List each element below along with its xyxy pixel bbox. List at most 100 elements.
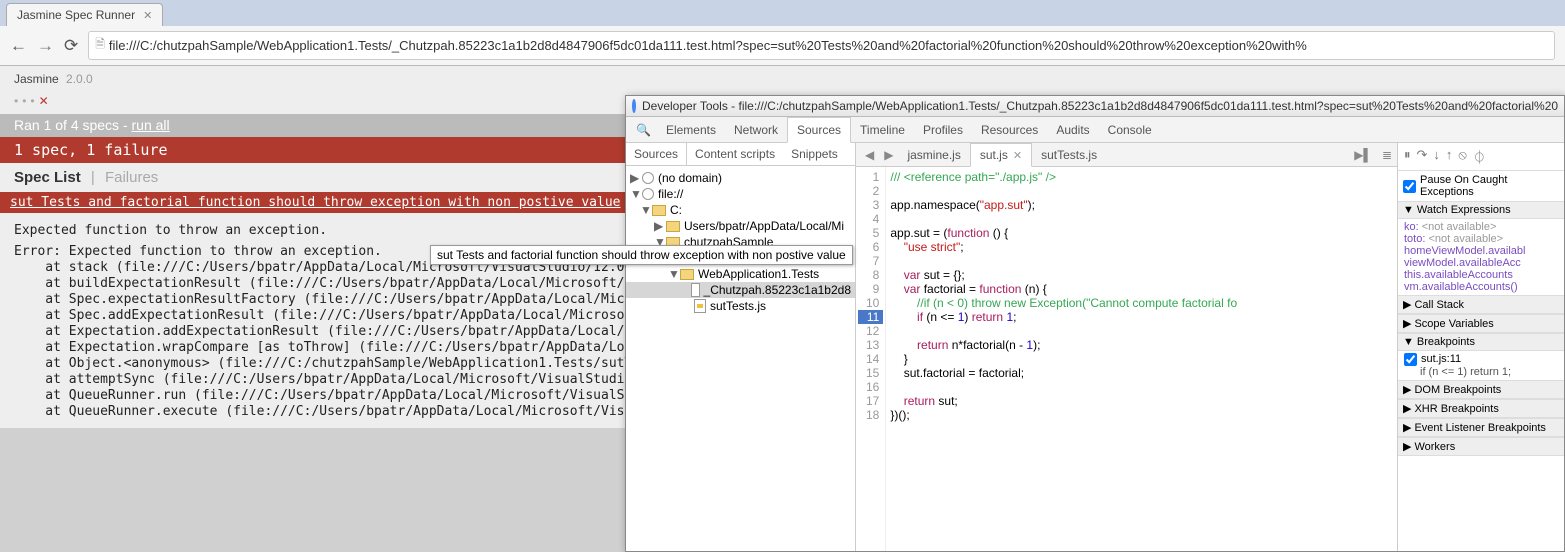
page-icon: 🗎 bbox=[95, 35, 105, 56]
panel-elements[interactable]: Elements bbox=[657, 118, 725, 142]
panel-network[interactable]: Network bbox=[725, 118, 787, 142]
file-tree: ▶(no domain) ▼file:// ▼C: ▶Users/bpatr/A… bbox=[626, 166, 855, 551]
tab-nav-left-icon[interactable]: ◀ bbox=[860, 146, 879, 164]
callstack-header[interactable]: ▶Call Stack bbox=[1398, 295, 1564, 314]
watch-body: ko: <not available> toto: <not available… bbox=[1398, 219, 1564, 295]
deactivate-bp-icon[interactable]: ⦸ bbox=[1458, 147, 1466, 166]
watch-item[interactable]: viewModel.availableAcc bbox=[1404, 257, 1558, 269]
tree-file-chutzpah[interactable]: _Chutzpah.85223c1a1b2d8 bbox=[626, 282, 855, 298]
chevron-right-icon: ▶ bbox=[1403, 383, 1411, 396]
step-over-icon[interactable]: ↷ bbox=[1417, 147, 1428, 166]
nav-bar: ← → ⟳ 🗎 file:///C:/chutzpahSample/WebApp… bbox=[0, 26, 1565, 66]
jasmine-banner: Jasmine 2.0.0 bbox=[0, 66, 1565, 92]
tab-title: Jasmine Spec Runner bbox=[17, 8, 135, 22]
panel-resources[interactable]: Resources bbox=[972, 118, 1047, 142]
file-tab-suttests[interactable]: sutTests.js bbox=[1032, 144, 1106, 166]
subtab-snippets[interactable]: Snippets bbox=[783, 143, 846, 165]
breakpoint-item[interactable]: sut.js:11 bbox=[1404, 353, 1558, 366]
folder-icon bbox=[680, 269, 694, 280]
tab-spec-list[interactable]: Spec List bbox=[14, 169, 81, 186]
step-out-icon[interactable]: ↑ bbox=[1446, 147, 1453, 166]
evt-bp-header[interactable]: ▶Event Listener Breakpoints bbox=[1398, 418, 1564, 437]
subtab-sources[interactable]: Sources bbox=[626, 143, 687, 165]
watch-header[interactable]: ▼Watch Expressions bbox=[1398, 201, 1564, 219]
watch-item[interactable]: homeViewModel.availabl bbox=[1404, 245, 1558, 257]
sources-sidebar: Sources Content scripts Snippets ▶(no do… bbox=[626, 143, 856, 551]
sources-subtabs: Sources Content scripts Snippets bbox=[626, 143, 855, 166]
tab-strip: Jasmine Spec Runner ✕ bbox=[0, 0, 1565, 26]
panel-timeline[interactable]: Timeline bbox=[851, 118, 914, 142]
jasmine-name: Jasmine bbox=[14, 72, 59, 86]
reload-icon[interactable]: ⟳ bbox=[64, 36, 78, 56]
browser-tab[interactable]: Jasmine Spec Runner ✕ bbox=[6, 3, 163, 26]
tree-tests[interactable]: ▼WebApplication1.Tests bbox=[626, 266, 855, 282]
chevron-right-icon: ▶ bbox=[1403, 298, 1411, 311]
watch-item[interactable]: toto: <not available> bbox=[1404, 233, 1558, 245]
chevron-right-icon: ▶ bbox=[1403, 402, 1411, 415]
line-gutter[interactable]: 123456789101112131415161718 bbox=[856, 167, 886, 551]
close-icon[interactable]: ✕ bbox=[143, 9, 152, 22]
step-into-icon[interactable]: ↓ bbox=[1433, 147, 1440, 166]
breakpoint-marker: 11 bbox=[858, 310, 883, 324]
file-icon bbox=[691, 283, 699, 297]
panel-audits[interactable]: Audits bbox=[1047, 118, 1098, 142]
js-file-icon bbox=[694, 299, 706, 313]
chevron-right-icon: ▶ bbox=[1403, 440, 1411, 453]
tree-file-suttests[interactable]: sutTests.js bbox=[626, 298, 855, 314]
chevron-right-icon: ▶ bbox=[1403, 421, 1411, 434]
breakpoints-body: sut.js:11 if (n <= 1) return 1; bbox=[1398, 351, 1564, 380]
pause-icon[interactable]: ⏸ bbox=[1404, 147, 1411, 166]
panel-console[interactable]: Console bbox=[1099, 118, 1161, 142]
pause-exceptions-icon[interactable]: ⏀ bbox=[1473, 147, 1486, 166]
pause-caught-checkbox[interactable] bbox=[1403, 180, 1416, 193]
url-bar[interactable]: 🗎 file:///C:/chutzpahSample/WebApplicati… bbox=[88, 31, 1555, 60]
code-editor[interactable]: 123456789101112131415161718 /// <referen… bbox=[856, 167, 1397, 551]
watch-item[interactable]: ko: <not available> bbox=[1404, 221, 1558, 233]
tab-list-icon[interactable]: ≣ bbox=[1377, 146, 1397, 164]
code-content: /// <reference path="./app.js" /> app.na… bbox=[886, 167, 1241, 551]
panel-profiles[interactable]: Profiles bbox=[914, 118, 972, 142]
scope-header[interactable]: ▶Scope Variables bbox=[1398, 314, 1564, 333]
watch-item[interactable]: vm.availableAccounts() bbox=[1404, 281, 1558, 293]
jasmine-version: 2.0.0 bbox=[66, 72, 93, 86]
tree-users[interactable]: ▶Users/bpatr/AppData/Local/Mi bbox=[626, 218, 855, 234]
globe-icon bbox=[642, 172, 654, 184]
xhr-bp-header[interactable]: ▶XHR Breakpoints bbox=[1398, 399, 1564, 418]
run-snippet-icon[interactable]: ▶▌ bbox=[1349, 146, 1377, 164]
tab-failures[interactable]: Failures bbox=[105, 169, 158, 186]
tooltip: sut Tests and factorial function should … bbox=[430, 245, 853, 265]
file-tab-jasmine[interactable]: jasmine.js bbox=[898, 144, 969, 166]
devtools-title: Developer Tools - file:///C:/chutzpahSam… bbox=[642, 99, 1558, 113]
ran-count: Ran 1 of 4 specs - bbox=[14, 117, 132, 133]
folder-icon bbox=[666, 221, 680, 232]
subtab-content-scripts[interactable]: Content scripts bbox=[687, 143, 783, 165]
dom-bp-header[interactable]: ▶DOM Breakpoints bbox=[1398, 380, 1564, 399]
chevron-down-icon: ▼ bbox=[1403, 204, 1414, 216]
bp-checkbox[interactable] bbox=[1404, 353, 1417, 366]
globe-icon bbox=[642, 188, 654, 200]
tree-file[interactable]: ▼file:// bbox=[626, 186, 855, 202]
folder-icon bbox=[652, 205, 666, 216]
run-all-link[interactable]: run all bbox=[132, 117, 170, 133]
devtools-window: Developer Tools - file:///C:/chutzpahSam… bbox=[625, 95, 1565, 552]
back-icon[interactable]: ← bbox=[10, 36, 27, 56]
forward-icon: → bbox=[37, 36, 54, 56]
devtools-panel-tabs: 🔍 Elements Network Sources Timeline Prof… bbox=[626, 117, 1564, 143]
chevron-down-icon: ▼ bbox=[1403, 336, 1414, 348]
pause-caught-row[interactable]: Pause On Caught Exceptions bbox=[1398, 171, 1564, 201]
open-file-tabs: ◀ ▶ jasmine.js sut.js✕ sutTests.js ▶▌ ≣ bbox=[856, 143, 1397, 167]
workers-header[interactable]: ▶Workers bbox=[1398, 437, 1564, 456]
devtools-titlebar[interactable]: Developer Tools - file:///C:/chutzpahSam… bbox=[626, 96, 1564, 117]
close-icon[interactable]: ✕ bbox=[1013, 149, 1022, 162]
file-tab-sut[interactable]: sut.js✕ bbox=[970, 143, 1032, 167]
chrome-icon bbox=[632, 99, 636, 113]
panel-sources[interactable]: Sources bbox=[787, 117, 851, 143]
breakpoints-header[interactable]: ▼Breakpoints bbox=[1398, 333, 1564, 351]
tree-no-domain[interactable]: ▶(no domain) bbox=[626, 170, 855, 186]
url-text: file:///C:/chutzpahSample/WebApplication… bbox=[109, 38, 1307, 53]
tab-nav-right-icon[interactable]: ▶ bbox=[879, 146, 898, 164]
debugger-sidebar: ⏸ ↷ ↓ ↑ ⦸ ⏀ Pause On Caught Exceptions ▼… bbox=[1398, 143, 1564, 551]
tree-c[interactable]: ▼C: bbox=[626, 202, 855, 218]
watch-item[interactable]: this.availableAccounts bbox=[1404, 269, 1558, 281]
inspect-icon[interactable]: 🔍 bbox=[630, 120, 657, 140]
